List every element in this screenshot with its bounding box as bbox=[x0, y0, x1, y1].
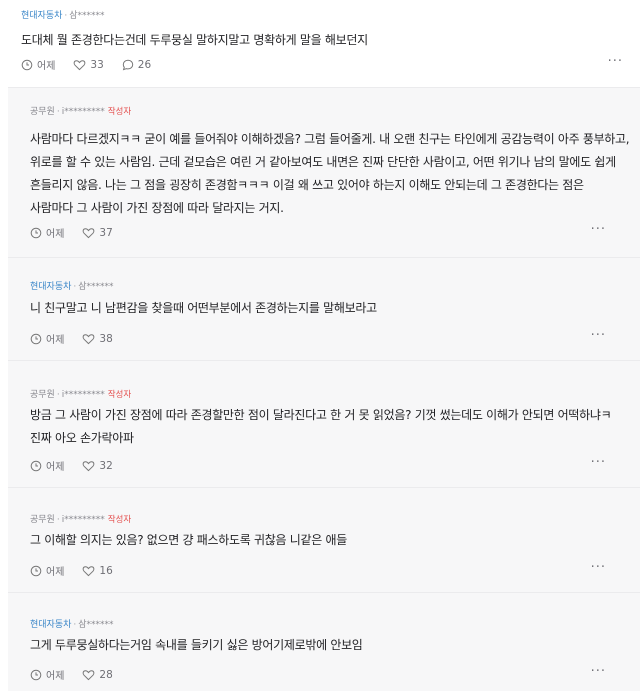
like-count: 16 bbox=[99, 564, 113, 577]
clock-icon bbox=[21, 59, 33, 70]
clock-icon bbox=[30, 669, 42, 680]
comment-thread: 현대자동차 · 삼****** 도대체 뭘 존경한다는건데 두루뭉실 말하지말고 명… bbox=[0, 0, 640, 691]
more-dots-icon[interactable]: ··· bbox=[608, 55, 623, 68]
clock-icon bbox=[30, 227, 42, 238]
more-dots-icon[interactable]: ··· bbox=[591, 329, 606, 342]
comment-actions: 어제 28 bbox=[30, 667, 131, 682]
like-count: 33 bbox=[90, 58, 104, 71]
time-stamp: 어제 bbox=[30, 458, 64, 473]
comment-actions: 어제 16 bbox=[30, 563, 131, 578]
more-dots-icon[interactable]: ··· bbox=[591, 223, 606, 236]
time-stamp: 어제 bbox=[30, 667, 64, 682]
comment-actions: 어제 37 bbox=[30, 225, 131, 240]
comment-text: 니 친구말고 니 남편감을 찾을때 어떤부분에서 존경하는지를 말해보라고 bbox=[30, 301, 377, 315]
comment-meta: 공무원 · i********* 작성자 bbox=[30, 390, 132, 400]
heart-icon bbox=[83, 460, 95, 471]
main-comment: 현대자동차 · 삼****** 도대체 뭘 존경한다는건데 두루뭉실 말하지말고 명… bbox=[0, 0, 640, 86]
comment-meta: 현대자동차 · 삼****** bbox=[21, 11, 105, 21]
comment-text: 그 이해할 의지는 있음? 없으면 걍 패스하도록 귀찮음 니같은 애들 bbox=[30, 533, 347, 547]
comment-button[interactable]: 26 bbox=[122, 59, 151, 71]
reply-item: 공무원 · i********* 작성자 방금 그 사람이 가진 장점에 따라 존경할… bbox=[8, 360, 640, 487]
heart-icon bbox=[83, 565, 95, 576]
time-stamp: 어제 bbox=[21, 57, 55, 72]
like-button[interactable]: 33 bbox=[73, 58, 104, 71]
more-dots-icon[interactable]: ··· bbox=[591, 665, 606, 678]
comment-meta: 현대자동차 · 삼****** bbox=[30, 620, 114, 630]
time-stamp: 어제 bbox=[30, 225, 64, 240]
comment-count: 26 bbox=[137, 58, 152, 71]
more-dots-icon[interactable]: ··· bbox=[591, 456, 606, 469]
author-badge: 작성자 bbox=[107, 515, 132, 525]
clock-icon bbox=[30, 333, 42, 344]
heart-icon bbox=[83, 669, 95, 680]
time-stamp: 어제 bbox=[30, 331, 64, 346]
like-button[interactable]: 16 bbox=[82, 564, 113, 577]
clock-icon bbox=[30, 565, 42, 576]
heart-icon bbox=[74, 59, 86, 70]
reply-item: 현대자동차 · 삼****** 니 친구말고 니 남편감을 찾을때 어떤부분에서 존… bbox=[8, 257, 640, 360]
user-name: i********* bbox=[61, 107, 105, 117]
comment-actions: 어제 33 26 bbox=[21, 57, 169, 72]
company-name[interactable]: 공무원 bbox=[30, 515, 55, 525]
company-name[interactable]: 현대자동차 bbox=[30, 282, 71, 292]
comment-text: 그게 두루뭉실하다는거임 속내를 들키기 싫은 방어기제로밖에 안보임 bbox=[30, 638, 363, 652]
comment-text: 사람마다 다르겠지ㅋㅋ 굳이 예를 들어줘야 이해하겠음? 그럼 들어줄게. 내… bbox=[30, 132, 630, 215]
reply-item: 현대자동차 · 삼****** 그게 두루뭉실하다는거임 속내를 들키기 싫은 방어… bbox=[8, 592, 640, 691]
company-name[interactable]: 현대자동차 bbox=[30, 620, 71, 630]
comment-meta: 현대자동차 · 삼****** bbox=[30, 282, 114, 292]
like-count: 38 bbox=[99, 332, 113, 345]
comment-actions: 어제 32 bbox=[30, 458, 131, 473]
like-button[interactable]: 28 bbox=[82, 668, 113, 681]
comment-text: 도대체 뭘 존경한다는건데 두루뭉실 말하지말고 명확하게 말을 해보던지 bbox=[21, 33, 368, 47]
reply-item: 공무원 · i********* 작성자 사람마다 다르겠지ㅋㅋ 굳이 예를 들어줘야… bbox=[8, 87, 640, 257]
time-stamp: 어제 bbox=[30, 563, 64, 578]
author-badge: 작성자 bbox=[107, 390, 132, 400]
author-badge: 작성자 bbox=[107, 107, 132, 117]
comment-text: 방금 그 사람이 가진 장점에 따라 존경할만한 점이 달라진다고 한 거 못 … bbox=[30, 408, 612, 445]
like-count: 32 bbox=[99, 459, 113, 472]
comment-actions: 어제 38 bbox=[30, 331, 131, 346]
more-dots-icon[interactable]: ··· bbox=[591, 561, 606, 574]
comment-meta: 공무원 · i********* 작성자 bbox=[30, 515, 132, 525]
heart-icon bbox=[83, 333, 95, 344]
user-name: 삼****** bbox=[78, 620, 114, 630]
clock-icon bbox=[30, 460, 42, 471]
like-count: 37 bbox=[99, 226, 113, 239]
comment-meta: 공무원 · i********* 작성자 bbox=[30, 107, 132, 117]
like-button[interactable]: 38 bbox=[82, 332, 113, 345]
speech-bubble-icon bbox=[122, 59, 133, 70]
user-name: 삼****** bbox=[78, 282, 114, 292]
reply-item: 공무원 · i********* 작성자 그 이해할 의지는 있음? 없으면 걍 패스… bbox=[8, 487, 640, 592]
company-name[interactable]: 공무원 bbox=[30, 107, 55, 117]
user-name: 삼****** bbox=[69, 11, 105, 21]
user-name: i********* bbox=[61, 390, 105, 400]
company-name[interactable]: 공무원 bbox=[30, 390, 55, 400]
like-button[interactable]: 32 bbox=[82, 459, 113, 472]
like-button[interactable]: 37 bbox=[82, 226, 113, 239]
user-name: i********* bbox=[61, 515, 105, 525]
like-count: 28 bbox=[99, 668, 113, 681]
heart-icon bbox=[83, 227, 95, 238]
company-name[interactable]: 현대자동차 bbox=[21, 11, 62, 21]
